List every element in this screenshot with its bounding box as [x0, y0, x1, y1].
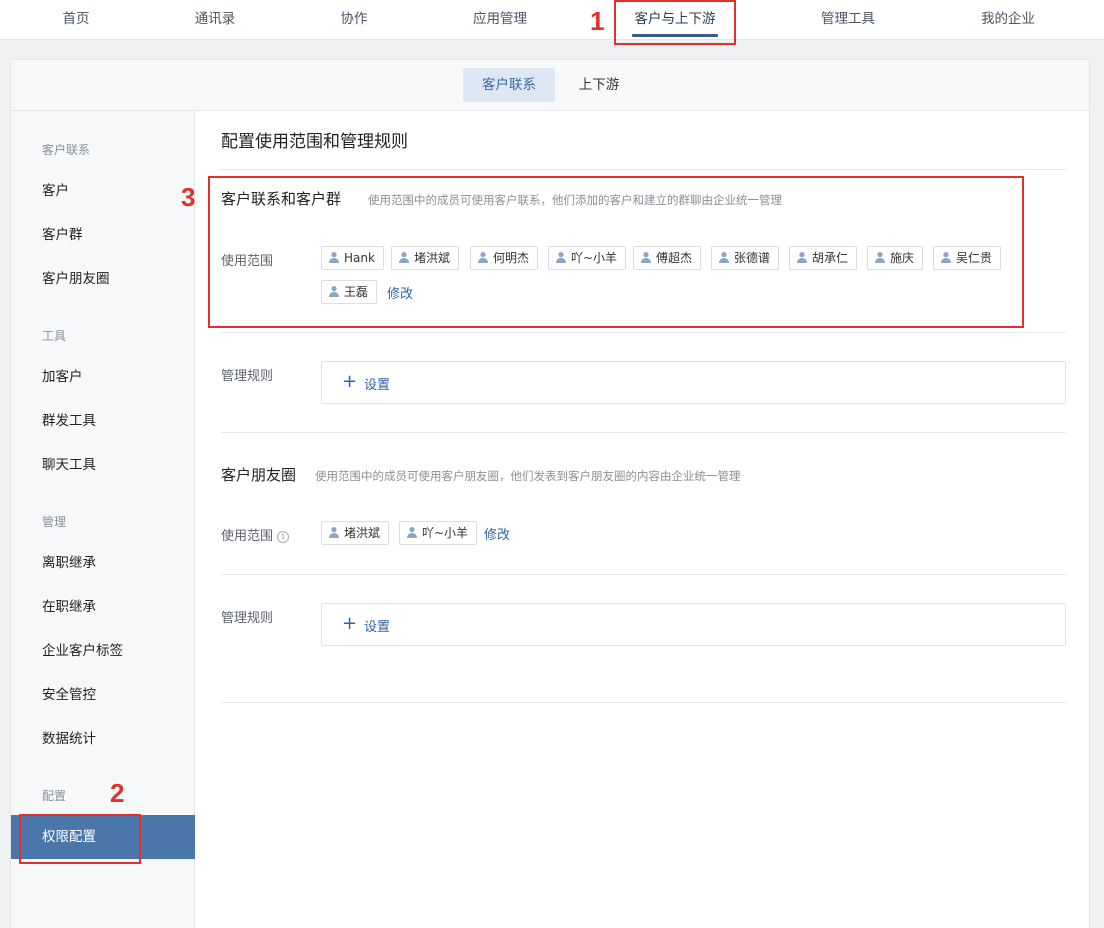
sidebar-group-title: 工具	[42, 329, 67, 343]
rule-label: 管理规则	[221, 369, 274, 384]
sidebar: 客户联系 客户 客户群 客户朋友圈 工具 加客户 群发工具 聊天工具 管理 离职…	[11, 111, 195, 928]
edit-scope-link[interactable]: 修改	[484, 524, 510, 543]
sub-tabs: 客户联系 上下游	[11, 60, 1089, 111]
sidebar-item-onjob-transfer[interactable]: 在职继承	[11, 585, 195, 629]
member-name: 吖~小羊	[422, 526, 469, 540]
annotation-box-1	[614, 0, 736, 45]
divider	[221, 432, 1066, 433]
info-icon[interactable]: i	[277, 531, 290, 543]
sidebar-item-broadcast-tool[interactable]: 群发工具	[11, 399, 195, 443]
nav-my-company[interactable]: 我的企业	[943, 0, 1073, 40]
plus-icon: +	[342, 371, 358, 392]
annotation-box-2	[19, 814, 141, 864]
tab-upstream-downstream[interactable]: 上下游	[571, 68, 627, 102]
member-chip: 堵洪斌	[321, 521, 390, 545]
divider	[221, 702, 1066, 703]
sidebar-item-security[interactable]: 安全管控	[11, 673, 195, 717]
nav-collaboration[interactable]: 协作	[289, 0, 419, 40]
sidebar-group-title: 配置	[42, 789, 67, 803]
rule-setting-box[interactable]: + 设置	[321, 361, 1066, 404]
nav-app-management[interactable]: 应用管理	[435, 0, 565, 40]
page-title: 配置使用范围和管理规则	[221, 132, 408, 152]
user-icon	[329, 527, 339, 538]
divider	[221, 332, 1066, 333]
annotation-number-2: 2	[110, 778, 125, 808]
member-chip: 吖~小羊	[399, 521, 478, 545]
divider	[221, 169, 1066, 170]
sidebar-item-customer-groups[interactable]: 客户群	[11, 213, 195, 257]
rule-label: 管理规则	[221, 611, 274, 626]
divider	[221, 574, 1066, 575]
section-title: 客户朋友圈	[221, 466, 297, 484]
sidebar-item-resigned-transfer[interactable]: 离职继承	[11, 541, 195, 585]
top-nav: 首页 通讯录 协作 应用管理 客户与上下游 管理工具 我的企业	[0, 0, 1104, 40]
sidebar-item-statistics[interactable]: 数据统计	[11, 717, 195, 761]
annotation-box-3	[208, 176, 1024, 328]
sidebar-group-title: 客户联系	[42, 143, 91, 157]
plus-icon: +	[342, 613, 358, 634]
set-rule-button[interactable]: 设置	[364, 616, 390, 635]
annotation-number-1: 1	[590, 6, 605, 36]
annotation-number-3: 3	[181, 182, 196, 212]
sidebar-group-title: 管理	[42, 515, 67, 529]
scope-label-row: 使用范围 i	[221, 525, 290, 544]
section-description: 使用范围中的成员可使用客户朋友圈，他们发表到客户朋友圈的内容由企业统一管理	[315, 469, 741, 483]
sidebar-item-chat-tool[interactable]: 聊天工具	[11, 443, 195, 487]
member-name: 堵洪斌	[344, 526, 381, 540]
sidebar-item-moments[interactable]: 客户朋友圈	[11, 257, 195, 301]
set-rule-button[interactable]: 设置	[364, 374, 390, 393]
sidebar-item-customer-tags[interactable]: 企业客户标签	[11, 629, 195, 673]
sidebar-item-add-customer[interactable]: 加客户	[11, 355, 195, 399]
nav-home[interactable]: 首页	[11, 0, 141, 40]
scope-label: 使用范围	[221, 529, 274, 544]
nav-contacts[interactable]: 通讯录	[150, 0, 280, 40]
rule-setting-box[interactable]: + 设置	[321, 603, 1066, 646]
tab-customer-contact[interactable]: 客户联系	[463, 68, 555, 102]
nav-management-tools[interactable]: 管理工具	[783, 0, 913, 40]
sidebar-item-customers[interactable]: 客户	[11, 169, 195, 213]
user-icon	[407, 527, 417, 538]
